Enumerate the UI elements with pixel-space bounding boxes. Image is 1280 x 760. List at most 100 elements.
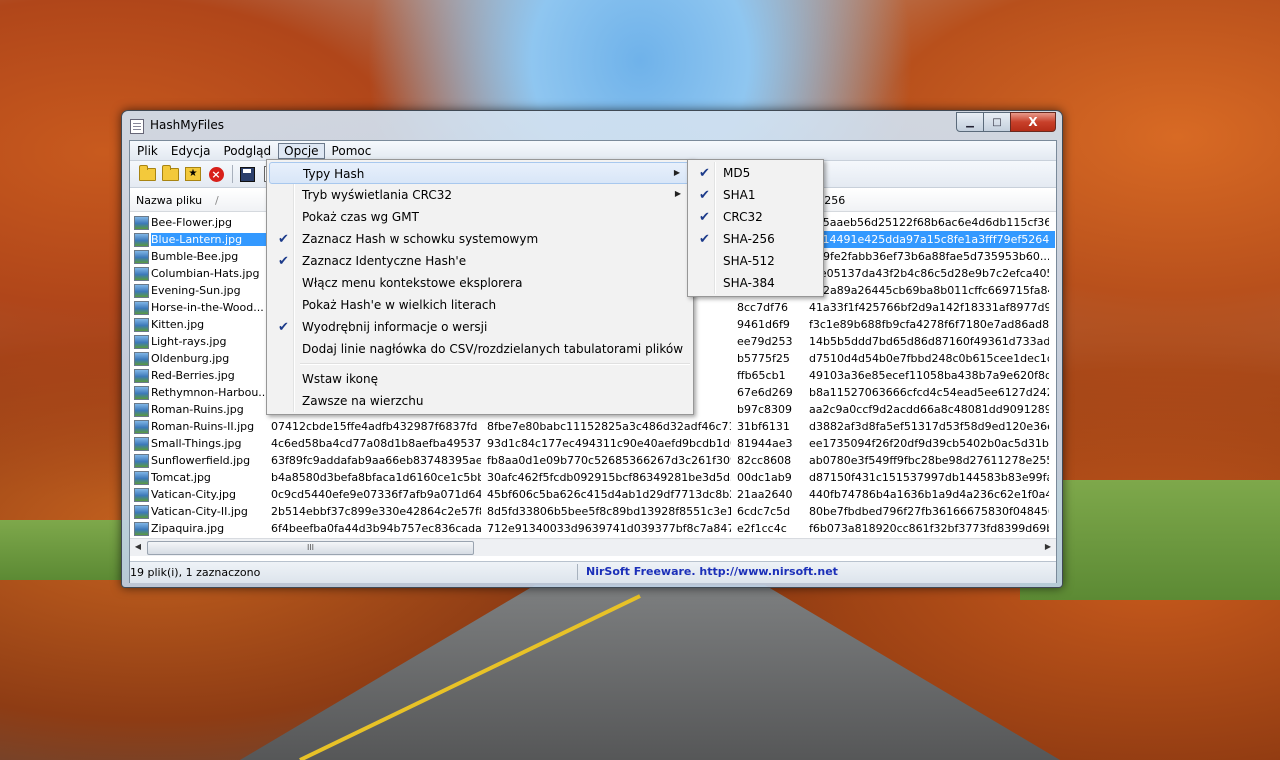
cell-filename: Evening-Sun.jpg: [151, 284, 241, 297]
cell-filename: Blue-Lantern.jpg: [151, 233, 273, 246]
save-icon: [239, 166, 255, 182]
menu-edycja[interactable]: Edycja: [165, 143, 217, 159]
menu-item-3[interactable]: ✔ Zaznacz Hash w schowku systemowym: [269, 228, 691, 250]
table-row[interactable]: Tomcat.jpg b4a8580d3befa8bfaca1d6160ce1c5…: [130, 469, 1056, 486]
table-row[interactable]: Small-Things.jpg 4c6ed58ba4cd77a08d1b8aef…: [130, 435, 1056, 452]
cell-hash: 649fe2fabb36ef73b6a88fae5d735953b60...: [809, 250, 1049, 263]
menu-item-label: Pokaż czas wg GMT: [302, 210, 419, 224]
cell-hash: 4c6ed58ba4cd77a08d1b8aefba49537c: [271, 437, 481, 450]
menu-item-label: Dodaj linie nagłówka do CSV/rozdzielanyc…: [302, 342, 684, 356]
hash-type-item-5[interactable]: SHA-384: [690, 272, 821, 294]
image-file-icon: [134, 250, 149, 264]
menu-item-7[interactable]: ✔ Wyodrębnij informacje o wersji: [269, 316, 691, 338]
delete-icon: ×: [208, 166, 224, 182]
cell-hash: 2b514ebbf37c899e330e42864c2e57f8: [271, 505, 481, 518]
menu-item-label: Typy Hash: [303, 167, 365, 181]
menu-item-6[interactable]: Pokaż Hash'e w wielkich literach: [269, 294, 691, 316]
menu-item-9[interactable]: Wstaw ikonę: [269, 368, 691, 390]
table-row[interactable]: Vatican-City-II.jpg 2b514ebbf37c899e330e4…: [130, 503, 1056, 520]
table-row[interactable]: Sunflowerfield.jpg 63f89fc9addafab9aa66eb…: [130, 452, 1056, 469]
table-row[interactable]: Zipaquira.jpg 6f4beefba0fa44d3b94b757ec83…: [130, 520, 1056, 537]
open-folder-button[interactable]: [161, 164, 179, 183]
status-file-count: 19 plik(i), 1 zaznaczono: [130, 566, 261, 579]
cell-hash: 0c9cd5440efe9e07336f7afb9a071d64: [271, 488, 481, 501]
cell-hash: 8fbe7e80babc11152825a3c486d32adf46c71558: [487, 420, 731, 433]
add-favorite-button[interactable]: ★: [184, 165, 202, 183]
menu-item-label: Wstaw ikonę: [302, 372, 378, 386]
save-button[interactable]: [238, 165, 256, 183]
menu-pomoc[interactable]: Pomoc: [326, 143, 378, 159]
menu-item-5[interactable]: Włącz menu kontekstowe eksplorera: [269, 272, 691, 294]
cell-hash: b97c8309: [737, 403, 793, 416]
cell-filename: Roman-Ruins.jpg: [151, 403, 244, 416]
menu-item-2[interactable]: Pokaż czas wg GMT: [269, 206, 691, 228]
cell-hash: d3882af3d8fa5ef51317d53f58d9ed120e36ea..…: [809, 420, 1049, 433]
image-file-icon: [134, 403, 149, 417]
cell-hash: 1e5aaeb56d25122f68b6ac6e4d6db115cf36...: [809, 216, 1049, 229]
scroll-left-arrow-icon[interactable]: ◀: [132, 541, 144, 553]
hash-type-label: SHA-384: [723, 276, 775, 290]
cell-hash: 712e91340033d9639741d039377bf8c7a84727..…: [487, 522, 731, 535]
delete-button[interactable]: ×: [207, 165, 225, 183]
table-row[interactable]: Roman-Ruins-II.jpg 07412cbde15ffe4adfb432…: [130, 418, 1056, 435]
image-file-icon: [134, 471, 149, 485]
cell-hash: f6b073a818920cc861f32bf3773fd8399d69bb..…: [809, 522, 1049, 535]
cell-hash: 6f4beefba0fa44d3b94b757ec836cada: [271, 522, 481, 535]
cell-hash: ee14491e425dda97a15c8fe1a3fff79ef5264...: [809, 233, 1049, 246]
title-bar[interactable]: HashMyFiles ▁ □ X: [122, 111, 1062, 139]
menu-item-label: Wyodrębnij informacje o wersji: [302, 320, 488, 334]
image-file-icon: [134, 369, 149, 383]
image-file-icon: [134, 267, 149, 281]
cell-hash: ab0780e3f549ff9fbc28be98d27611278e25537.…: [809, 454, 1049, 467]
minimize-button[interactable]: ▁: [956, 112, 984, 132]
cell-hash: 49103a36e85ecef11058ba438b7a9e620f8d2fc.…: [809, 369, 1049, 382]
maximize-button[interactable]: □: [983, 112, 1011, 132]
menu-item-1[interactable]: Tryb wyświetlania CRC32 ▶: [269, 184, 691, 206]
cell-filename: Kitten.jpg: [151, 318, 205, 331]
menu-item-10[interactable]: Zawsze na wierzchu: [269, 390, 691, 412]
image-file-icon: [134, 488, 149, 502]
menu-item-label: Tryb wyświetlania CRC32: [302, 188, 452, 202]
hash-type-item-0[interactable]: ✔ MD5: [690, 162, 821, 184]
nirsoft-link[interactable]: NirSoft Freeware. http://www.nirsoft.net: [586, 565, 838, 578]
app-icon: [130, 119, 144, 134]
hash-type-item-1[interactable]: ✔ SHA1: [690, 184, 821, 206]
submenu-arrow-icon: ▶: [673, 168, 680, 177]
menu-item-4[interactable]: ✔ Zaznacz Identyczne Hash'e: [269, 250, 691, 272]
cell-filename: Oldenburg.jpg: [151, 352, 230, 365]
cell-hash: 07412cbde15ffe4adfb432987f6837fd: [271, 420, 478, 433]
star-folder-icon: ★: [185, 167, 201, 181]
horizontal-scrollbar[interactable]: ◀ III ▶: [130, 538, 1056, 556]
cell-hash: d7510d4d54b0e7fbbd248c0b615cee1dec1d7...: [809, 352, 1049, 365]
image-file-icon: [134, 301, 149, 315]
cell-filename: Zipaquira.jpg: [151, 522, 225, 535]
menu-item-8[interactable]: Dodaj linie nagłówka do CSV/rozdzielanyc…: [269, 338, 691, 360]
table-row[interactable]: Vatican-City.jpg 0c9cd5440efe9e07336f7afb…: [130, 486, 1056, 503]
check-icon: ✔: [278, 254, 289, 269]
cell-hash: 45bf606c5ba626c415d4ab1d29df7713dc8b2...: [487, 488, 731, 501]
menu-item-0[interactable]: Typy Hash ▶: [269, 162, 691, 184]
hash-type-item-2[interactable]: ✔ CRC32: [690, 206, 821, 228]
close-button[interactable]: X: [1010, 112, 1056, 132]
check-icon: ✔: [699, 166, 710, 181]
menu-opcje[interactable]: Opcje: [278, 142, 325, 159]
cell-filename: Tomcat.jpg: [151, 471, 211, 484]
caption-buttons: ▁ □ X: [956, 112, 1056, 132]
scroll-right-arrow-icon[interactable]: ▶: [1042, 541, 1054, 553]
cell-filename: Red-Berries.jpg: [151, 369, 235, 382]
cell-hash: 30afc462f5fcdb092915bcf86349281be3d5d3dc: [487, 471, 731, 484]
open-files-button[interactable]: [138, 164, 156, 183]
image-file-icon: [134, 318, 149, 332]
menu-item-label: Włącz menu kontekstowe eksplorera: [302, 276, 523, 290]
menu-plik[interactable]: Plik: [131, 143, 164, 159]
cell-hash: f3c1e89b688fb9cfa4278f6f7180e7ad86ad83d.…: [809, 318, 1049, 331]
cell-filename: Rethymnon-Harbou...: [151, 386, 269, 399]
scroll-thumb[interactable]: III: [147, 541, 474, 555]
hash-type-item-4[interactable]: SHA-512: [690, 250, 821, 272]
options-dropdown-menu: Typy Hash ▶ Tryb wyświetlania CRC32 ▶ Pokaż …: [266, 159, 694, 415]
cell-hash: ee1735094f26f20df9d39cb5402b0ac5d31be5..…: [809, 437, 1049, 450]
menu-podglad[interactable]: Podgląd: [217, 143, 277, 159]
hash-type-label: CRC32: [723, 210, 763, 224]
column-header-name[interactable]: Nazwa pliku: [136, 194, 202, 207]
hash-type-item-3[interactable]: ✔ SHA-256: [690, 228, 821, 250]
